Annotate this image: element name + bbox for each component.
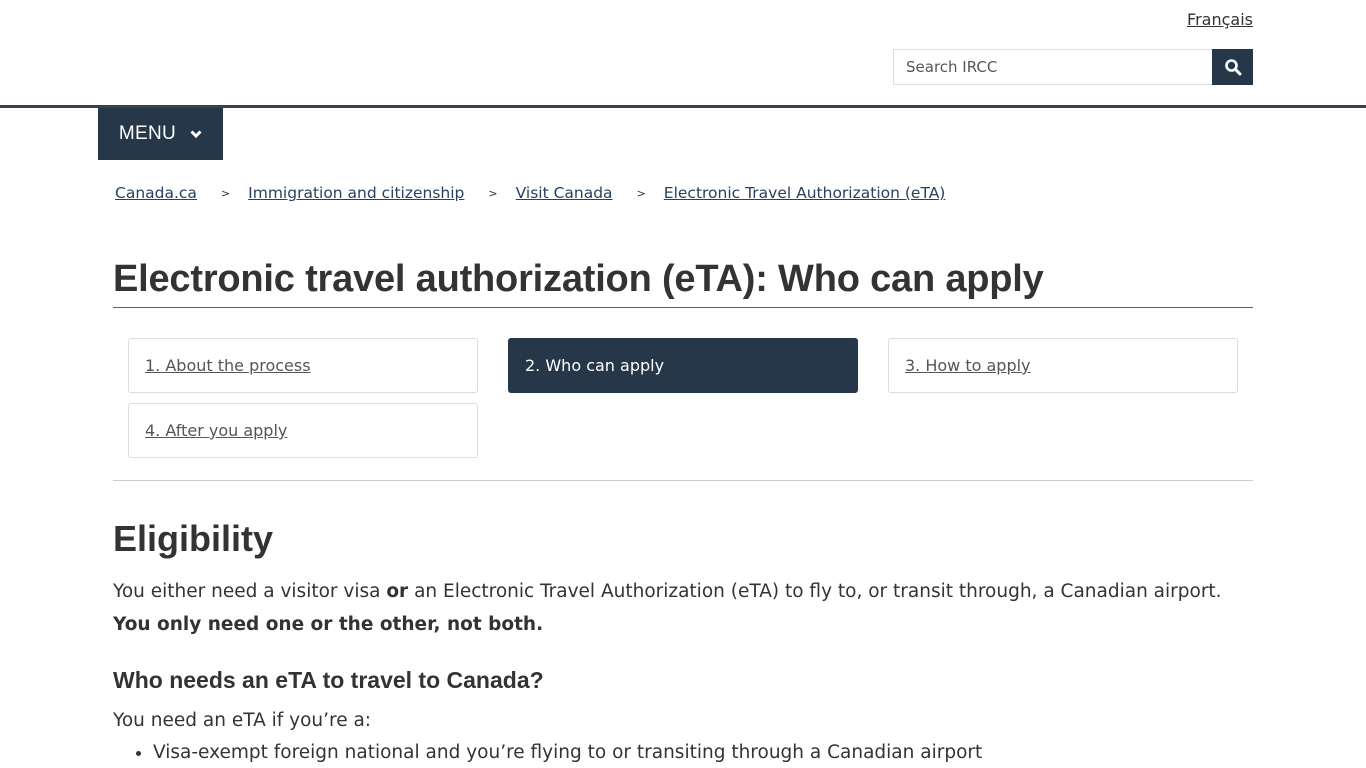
step-link[interactable]: 1. About the process [145,356,311,375]
text: an Electronic Travel Authorization (eTA)… [408,581,1222,602]
chevron-down-icon [190,129,202,138]
step-link[interactable]: 4. After you apply [145,421,287,440]
search-form [893,49,1253,85]
step-link[interactable]: 3. How to apply [905,356,1031,375]
who-needs-eta-heading: Who needs an eTA to travel to Canada? [113,667,544,693]
emphasis: or [386,581,409,602]
magnifier-icon [1224,59,1241,76]
step-how-to-apply[interactable]: 3. How to apply [888,338,1238,393]
search-input[interactable] [893,49,1212,85]
breadcrumb-eta[interactable]: Electronic Travel Authorization (eTA) [664,184,946,202]
step-about-process[interactable]: 1. About the process [128,338,478,393]
list-item: Visa-exempt foreign national and you’re … [153,742,982,763]
eligibility-heading: Eligibility [113,518,274,559]
step-label: 2. Who can apply [525,356,665,375]
search-button[interactable] [1212,49,1253,85]
text: You either need a visitor visa [113,581,387,602]
eligibility-list: Visa-exempt foreign national and you’re … [113,742,982,763]
page-title: Electronic travel authorization (eTA): W… [113,258,1253,308]
breadcrumb-separator: > [488,186,498,200]
site-header: Français [0,0,1366,106]
breadcrumb: Canada.ca > Immigration and citizenship … [115,184,945,202]
menu-label: MENU [118,123,177,144]
breadcrumb-canada[interactable]: Canada.ca [115,184,197,202]
section-divider [113,480,1253,481]
language-toggle-link[interactable]: Français [1187,10,1253,29]
step-after-you-apply[interactable]: 4. After you apply [128,403,478,458]
breadcrumb-separator: > [220,186,231,200]
breadcrumb-immigration[interactable]: Immigration and citizenship [248,184,464,202]
emphasis-line: You only need one or the other, not both… [113,614,544,635]
need-eta-intro: You need an eTA if you’re a: [113,710,372,731]
eligibility-paragraph: You either need a visitor visa or an Ele… [113,575,1263,641]
breadcrumb-visit-canada[interactable]: Visit Canada [516,184,613,202]
menu-button[interactable]: MENU [98,108,223,160]
breadcrumb-separator: > [636,186,646,200]
step-who-can-apply-active[interactable]: 2. Who can apply [508,338,858,393]
